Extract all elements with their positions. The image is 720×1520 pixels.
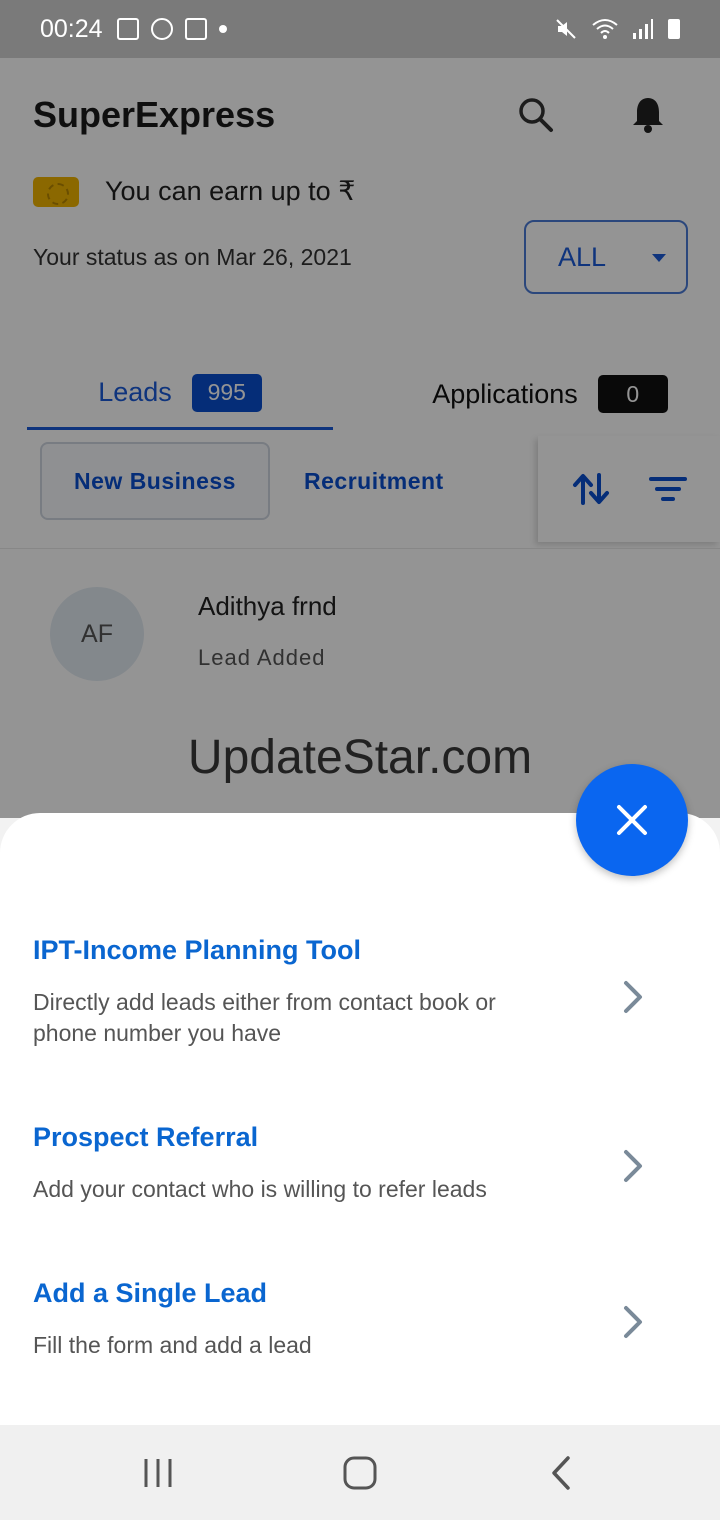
- option-single-lead-desc: Fill the form and add a lead: [33, 1332, 312, 1358]
- chevron-right-icon: [624, 1150, 642, 1182]
- chevron-right-icon: [624, 1306, 642, 1338]
- status-time: 00:24: [40, 14, 103, 43]
- option-ipt-title: IPT-Income Planning Tool: [33, 935, 362, 965]
- option-prospect-referral-title: Prospect Referral: [33, 1122, 259, 1152]
- system-nav-bar: [0, 1425, 720, 1520]
- status-bar: 00:24: [0, 0, 720, 58]
- option-ipt[interactable]: IPT-Income Planning Tool Directly add le…: [0, 935, 720, 1085]
- mute-icon: [556, 19, 576, 39]
- option-prospect-referral-desc: Add your contact who is willing to refer…: [33, 1176, 487, 1202]
- gallery-icon: [116, 18, 139, 40]
- battery-icon: [668, 19, 680, 39]
- option-single-lead-title: Add a Single Lead: [33, 1278, 268, 1308]
- close-button[interactable]: [576, 764, 688, 876]
- home-icon[interactable]: [340, 1453, 380, 1493]
- option-single-lead[interactable]: Add a Single Lead Fill the form and add …: [0, 1278, 720, 1428]
- scrim-overlay[interactable]: [0, 58, 720, 818]
- calendar-icon: [184, 18, 207, 40]
- sync-blocked-icon: [150, 18, 173, 40]
- back-icon[interactable]: [542, 1453, 582, 1493]
- option-ipt-desc: Directly add leads either from contact b…: [33, 989, 496, 1046]
- recent-apps-icon[interactable]: [138, 1453, 178, 1493]
- option-prospect-referral[interactable]: Prospect Referral Add your contact who i…: [0, 1122, 720, 1272]
- chevron-right-icon: [624, 981, 642, 1013]
- close-icon: [617, 805, 647, 835]
- wifi-icon: [592, 19, 618, 39]
- notification-dot-icon: [218, 25, 227, 33]
- signal-icon: [633, 19, 653, 39]
- add-lead-sheet: IPT-Income Planning Tool Directly add le…: [0, 813, 720, 1425]
